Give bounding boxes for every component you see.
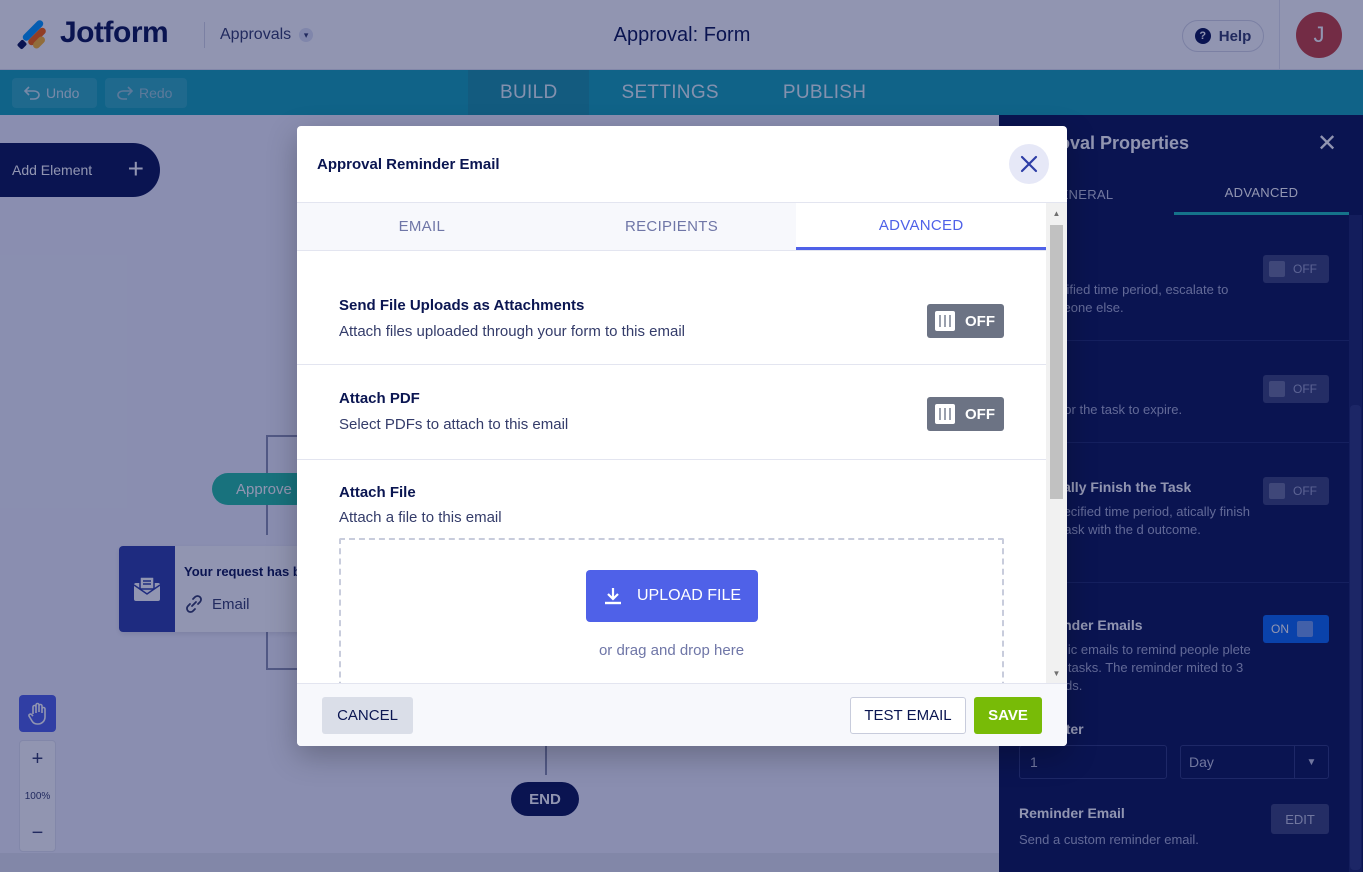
modal-title: Approval Reminder Email: [317, 156, 500, 173]
cancel-button[interactable]: CANCEL: [322, 697, 413, 734]
scroll-up-icon[interactable]: ▲: [1046, 205, 1067, 221]
modal-body: Send File Uploads as Attachments Attach …: [297, 251, 1046, 683]
send-file-uploads-row: Send File Uploads as Attachments Attach …: [297, 251, 1046, 365]
file-dropzone[interactable]: UPLOAD FILE or drag and drop here: [339, 538, 1004, 683]
row-title: Send File Uploads as Attachments: [339, 297, 585, 314]
row-desc: Select PDFs to attach to this email: [339, 416, 569, 433]
modal-header: Approval Reminder Email: [297, 126, 1067, 203]
tab-email[interactable]: EMAIL: [297, 203, 547, 250]
modal-tabs: EMAIL RECIPIENTS ADVANCED: [297, 203, 1047, 251]
tab-advanced[interactable]: ADVANCED: [796, 203, 1047, 250]
attach-pdf-toggle[interactable]: OFF: [927, 397, 1004, 431]
save-button[interactable]: SAVE: [974, 697, 1042, 734]
attach-file-title: Attach File: [339, 484, 416, 501]
row-title: Attach PDF: [339, 390, 420, 407]
approval-reminder-email-modal: Approval Reminder Email EMAIL RECIPIENTS…: [297, 126, 1067, 746]
send-file-uploads-toggle[interactable]: OFF: [927, 304, 1004, 338]
scroll-down-icon[interactable]: ▼: [1046, 665, 1067, 681]
upload-file-label: UPLOAD FILE: [636, 587, 742, 604]
row-desc: Attach files uploaded through your form …: [339, 323, 686, 340]
drag-drop-hint: or drag and drop here: [598, 642, 745, 659]
modal-scrollbar[interactable]: ▲ ▼: [1046, 203, 1067, 683]
attach-file-desc: Attach a file to this email: [339, 509, 502, 526]
attach-pdf-row: Attach PDF Select PDFs to attach to this…: [297, 365, 1046, 460]
close-button[interactable]: [1009, 144, 1049, 184]
scroll-thumb[interactable]: [1050, 225, 1063, 499]
tab-recipients[interactable]: RECIPIENTS: [547, 203, 797, 250]
upload-file-button[interactable]: UPLOAD FILE: [586, 570, 758, 622]
close-icon: [1020, 155, 1038, 173]
upload-icon: [604, 588, 621, 605]
modal-footer: CANCEL TEST EMAIL SAVE: [297, 683, 1067, 746]
test-email-button[interactable]: TEST EMAIL: [850, 697, 966, 734]
